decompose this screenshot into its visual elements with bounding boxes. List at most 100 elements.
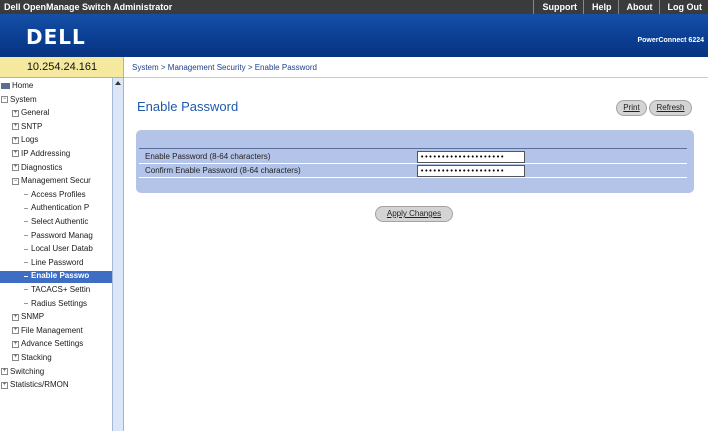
expand-icon[interactable]: + (12, 136, 19, 144)
tree-line-icon (24, 234, 28, 236)
sidebar-item-label: Radius Settings (31, 298, 88, 308)
sidebar-item-file-management[interactable]: + File Management (0, 326, 83, 338)
scroll-up-arrow-icon[interactable] (115, 81, 121, 85)
sidebar-item-label: Access Profiles (31, 189, 86, 199)
sidebar-item-label: Line Password (31, 257, 84, 267)
sidebar-item-label: File Management (21, 325, 83, 335)
sidebar-item-label: SNTP (21, 121, 43, 131)
tree-line-icon (24, 248, 28, 250)
top-links: Support Help About Log Out (533, 0, 708, 14)
sidebar-item-home[interactable]: Home (0, 81, 33, 93)
confirm-password-field[interactable] (417, 165, 525, 177)
sidebar-item-label: Stacking (21, 353, 52, 362)
logout-link[interactable]: Log Out (658, 0, 708, 14)
sidebar-scrollbar[interactable] (112, 78, 123, 431)
sidebar-item-label: Enable Passwo (31, 271, 90, 281)
sidebar-item-label: Authentication P (31, 203, 90, 213)
sidebar-item-diagnostics[interactable]: + Diagnostics (0, 163, 62, 175)
sidebar-item-label: Password Manag (31, 230, 93, 240)
sidebar-item-label: Management Secur (21, 176, 91, 186)
sidebar-item-label: Select Authentic (31, 217, 89, 226)
expand-icon[interactable]: + (1, 381, 8, 389)
sidebar-item-label: SNMP (21, 312, 45, 322)
confirm-password-row: Confirm Enable Password (8-64 characters… (139, 164, 687, 178)
expand-icon[interactable]: + (12, 313, 19, 321)
tree-line-icon (24, 262, 28, 264)
refresh-button[interactable]: Refresh (649, 100, 692, 116)
sidebar-item-authentication-p[interactable]: Authentication P (0, 203, 89, 215)
sidebar-item-label: Local User Datab (31, 244, 93, 254)
sidebar-item-enable-passwo[interactable]: Enable Passwo (0, 271, 113, 284)
ip-address-bar: 10.254.24.161 (0, 57, 124, 78)
top-menu-bar: Dell OpenManage Switch Administrator Sup… (0, 0, 708, 14)
sidebar-item-sntp[interactable]: + SNTP (0, 122, 42, 134)
password-form-panel: Enable Password (8-64 characters) Confir… (136, 130, 694, 193)
sidebar-item-advance-settings[interactable]: + Advance Settings (0, 339, 83, 351)
expand-icon[interactable]: + (12, 123, 19, 131)
sidebar-item-stacking[interactable]: + Stacking (0, 353, 52, 365)
apply-changes-button[interactable]: Apply Changes (375, 206, 453, 222)
sidebar-item-label: General (21, 108, 50, 118)
tree-line-icon (24, 221, 28, 223)
product-name: PowerConnect 6224 (637, 37, 704, 44)
collapse-icon[interactable]: − (1, 95, 8, 103)
sidebar-item-statistics-rmon[interactable]: + Statistics/RMON (0, 380, 69, 392)
expand-icon[interactable]: + (12, 163, 19, 171)
panel-divider (139, 148, 687, 149)
ip-address: 10.254.24.161 (26, 61, 98, 73)
breadcrumb-bar: System > Management Security > Enable Pa… (124, 57, 708, 78)
dell-logo: DELL (26, 25, 86, 49)
main-content: Enable Password Print Refresh Enable Pas… (124, 78, 708, 431)
enable-password-label: Enable Password (8-64 characters) (145, 152, 271, 161)
print-button[interactable]: Print (616, 100, 647, 116)
sidebar-item-logs[interactable]: + Logs (0, 135, 38, 147)
sidebar-item-label: Advance Settings (21, 339, 84, 349)
sidebar-item-label: Home (12, 81, 34, 90)
expand-icon[interactable]: + (1, 367, 8, 375)
sidebar-item-line-password[interactable]: Line Password (0, 258, 83, 270)
sidebar-item-switching[interactable]: + Switching (0, 367, 44, 379)
support-link[interactable]: Support (533, 0, 583, 14)
app-title: Dell OpenManage Switch Administrator (4, 2, 173, 12)
confirm-password-label: Confirm Enable Password (8-64 characters… (145, 166, 301, 175)
sidebar-item-radius-settings[interactable]: Radius Settings (0, 299, 87, 311)
sidebar-item-password-manag[interactable]: Password Manag (0, 231, 93, 243)
sidebar-item-general[interactable]: + General (0, 108, 49, 120)
sidebar-item-label: IP Addressing (21, 149, 71, 158)
expand-icon[interactable]: + (12, 150, 19, 158)
sidebar-item-label: Statistics/RMON (10, 380, 69, 390)
tree-items: Home − System + General + SNTP + Logs + IP Address… (0, 78, 113, 431)
help-link[interactable]: Help (582, 0, 618, 14)
navigation-tree: Home − System + General + SNTP + Logs + IP Address… (0, 78, 124, 431)
home-icon (1, 82, 10, 89)
tree-line-icon (24, 207, 28, 209)
sidebar-item-label: Switching (10, 366, 45, 376)
expand-icon[interactable]: + (12, 327, 19, 335)
expand-icon[interactable]: + (12, 340, 19, 348)
sidebar-item-local-user-datab[interactable]: Local User Datab (0, 244, 93, 256)
expand-icon[interactable]: + (12, 354, 19, 362)
sidebar-item-system[interactable]: − System (0, 95, 37, 107)
breadcrumb: System > Management Security > Enable Pa… (132, 63, 317, 72)
page-title: Enable Password (137, 99, 239, 114)
sidebar-item-select-authentic[interactable]: Select Authentic (0, 217, 88, 229)
enable-password-field[interactable] (417, 151, 525, 163)
tree-line-icon (24, 289, 28, 291)
sidebar-item-tacacs-settin[interactable]: TACACS+ Settin (0, 285, 90, 297)
sidebar-item-management-secur[interactable]: − Management Secur (0, 176, 91, 188)
sidebar-item-label: Diagnostics (21, 162, 63, 172)
header-banner: DELL PowerConnect 6224 (0, 14, 708, 57)
about-link[interactable]: About (617, 0, 659, 14)
tree-line-icon (24, 302, 28, 304)
enable-password-row: Enable Password (8-64 characters) (139, 150, 687, 164)
sidebar-item-label: Logs (21, 135, 39, 145)
sidebar-item-access-profiles[interactable]: Access Profiles (0, 190, 86, 202)
sidebar-item-ip-addressing[interactable]: + IP Addressing (0, 149, 70, 161)
sidebar-item-label: TACACS+ Settin (31, 285, 91, 294)
tree-line-icon (24, 275, 28, 277)
collapse-icon[interactable]: − (12, 177, 19, 185)
sidebar-item-snmp[interactable]: + SNMP (0, 312, 44, 324)
tree-line-icon (24, 194, 28, 196)
expand-icon[interactable]: + (12, 109, 19, 117)
sidebar-item-label: System (10, 94, 37, 104)
